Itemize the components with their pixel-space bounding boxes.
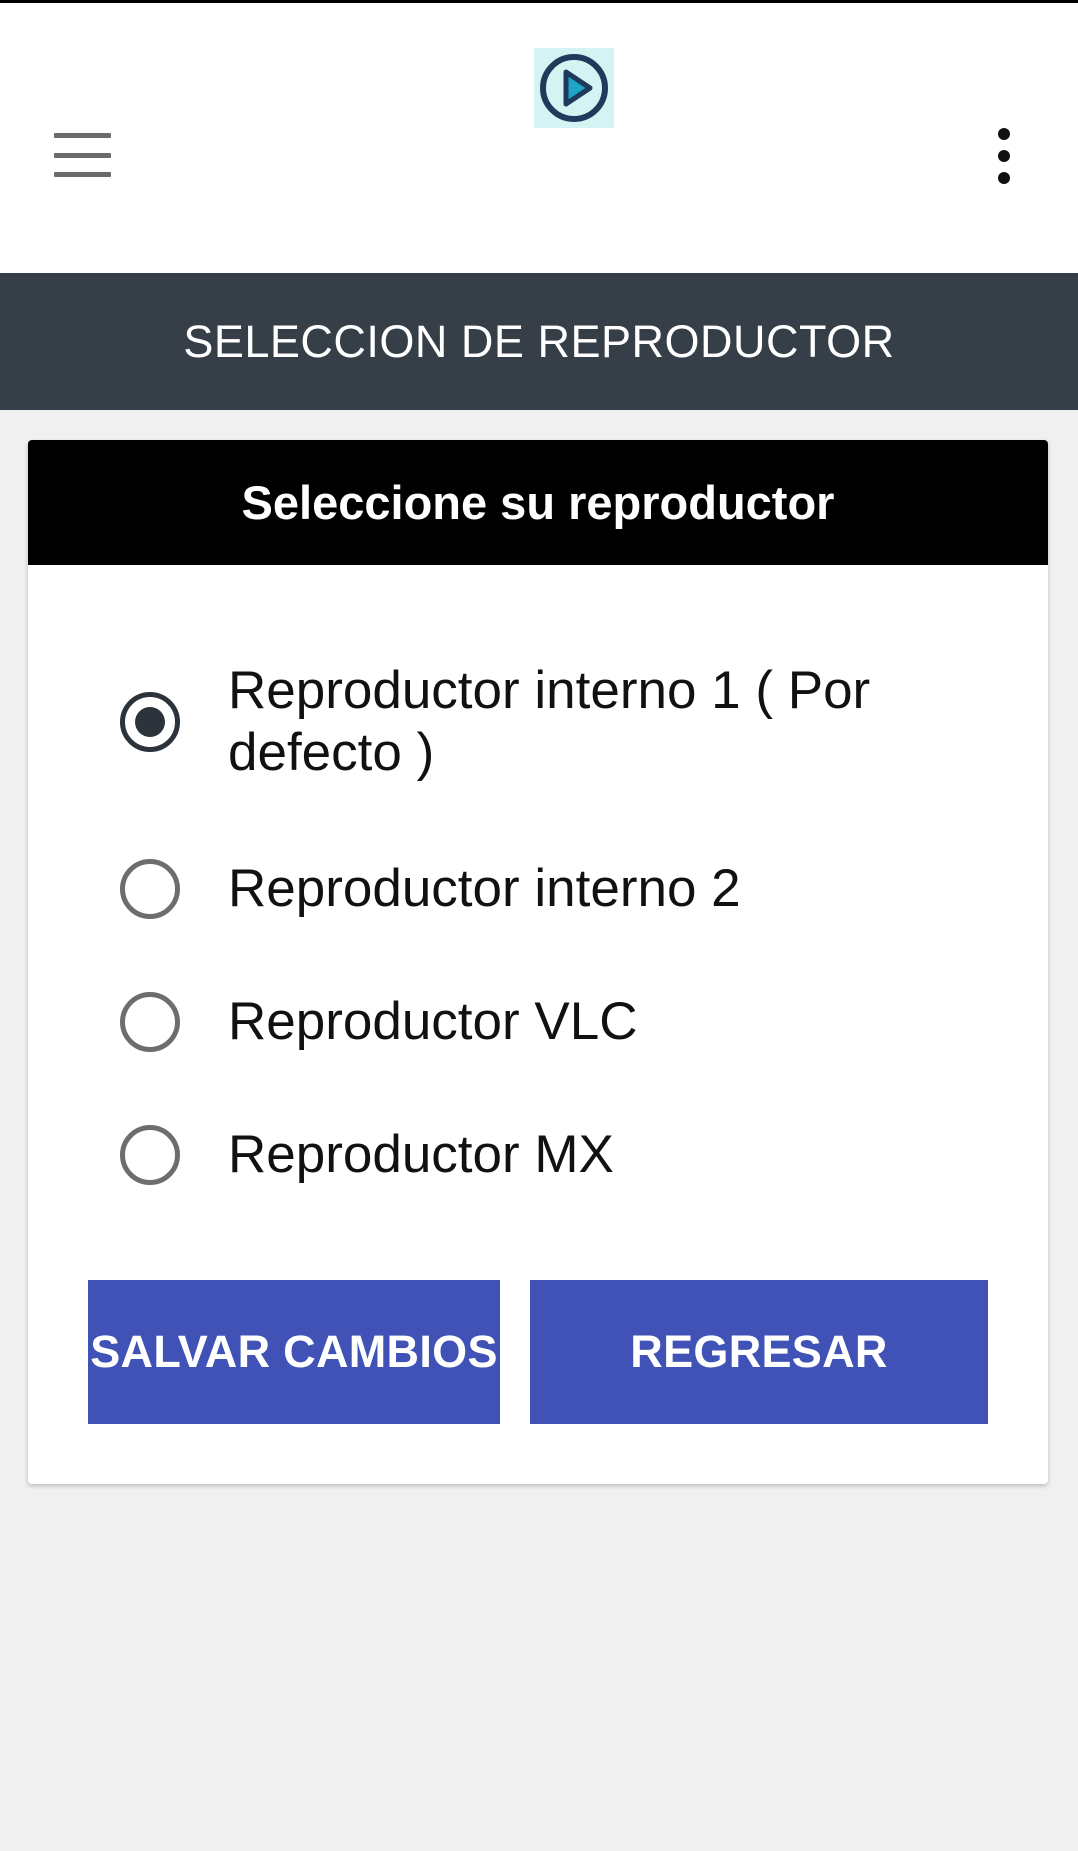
radio-option-label: Reproductor MX bbox=[228, 1125, 614, 1184]
section-title: SELECCION DE REPRODUCTOR bbox=[0, 273, 1078, 410]
radio-button-checked[interactable] bbox=[120, 692, 180, 752]
radio-option-vlc[interactable]: Reproductor VLC bbox=[120, 991, 980, 1053]
hamburger-line bbox=[54, 133, 111, 138]
radio-button[interactable] bbox=[120, 1125, 180, 1185]
hamburger-line bbox=[54, 172, 111, 177]
save-changes-button[interactable]: SALVAR CAMBIOS bbox=[88, 1280, 500, 1424]
hamburger-line bbox=[54, 152, 111, 158]
hamburger-menu-icon[interactable] bbox=[54, 133, 111, 177]
kebab-dot bbox=[998, 172, 1010, 184]
kebab-dot bbox=[998, 128, 1010, 140]
back-button[interactable]: REGRESAR bbox=[530, 1280, 988, 1424]
more-vert-icon[interactable] bbox=[990, 128, 1018, 184]
radio-option-mx[interactable]: Reproductor MX bbox=[120, 1124, 980, 1186]
play-circle-logo-icon bbox=[540, 54, 608, 122]
app-logo bbox=[534, 48, 614, 128]
card-header: Seleccione su reproductor bbox=[28, 440, 1048, 565]
radio-button[interactable] bbox=[120, 992, 180, 1052]
radio-option-label: Reproductor interno 1 ( Por defecto ) bbox=[228, 661, 871, 782]
radio-option-internal-1[interactable]: Reproductor interno 1 ( Por defecto ) bbox=[120, 660, 980, 784]
radio-button[interactable] bbox=[120, 859, 180, 919]
kebab-dot bbox=[998, 150, 1010, 162]
radio-option-label: Reproductor VLC bbox=[228, 992, 638, 1051]
player-selection-card: Seleccione su reproductor Reproductor in… bbox=[28, 440, 1048, 1484]
app-bar bbox=[0, 3, 1078, 273]
radio-option-label: Reproductor interno 2 bbox=[228, 859, 741, 918]
radio-option-internal-2[interactable]: Reproductor interno 2 bbox=[120, 858, 980, 920]
